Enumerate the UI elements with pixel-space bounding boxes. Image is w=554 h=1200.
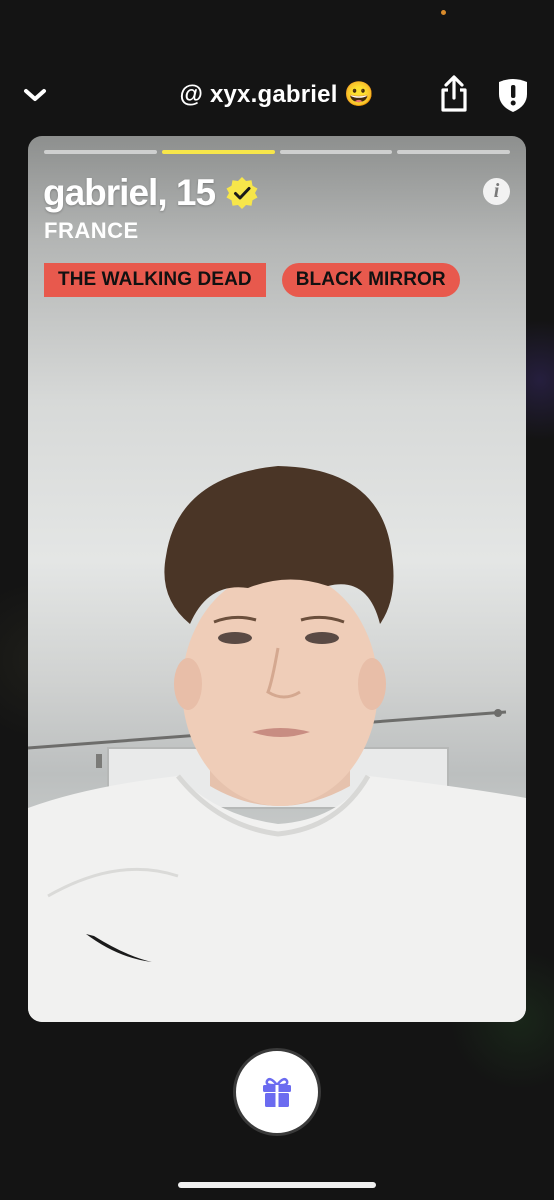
story-progress-bar — [44, 150, 510, 154]
report-button[interactable] — [495, 77, 531, 113]
progress-segment-active — [161, 150, 275, 154]
gift-icon — [263, 1077, 291, 1107]
status-indicator-dot — [441, 10, 446, 15]
gift-button[interactable] — [233, 1048, 321, 1136]
home-indicator[interactable] — [178, 1182, 376, 1188]
interest-tags: THE WALKING DEAD BLACK MIRROR — [44, 263, 460, 297]
progress-segment — [279, 150, 393, 154]
shield-exclamation-icon — [499, 79, 527, 112]
info-icon: i — [493, 180, 500, 202]
info-button[interactable]: i — [483, 178, 510, 205]
top-bar: @ xyx.gabriel 😀 — [0, 60, 554, 128]
profile-name-age: gabriel, 15 — [43, 172, 216, 213]
interest-tag[interactable]: THE WALKING DEAD — [44, 263, 266, 297]
profile-name-row: gabriel, 15 — [43, 172, 259, 214]
profile-country: FRANCE — [44, 218, 139, 243]
share-icon — [441, 75, 467, 112]
profile-story-card[interactable]: gabriel, 15 FRANCE i THE WALKING DEAD BL… — [28, 136, 526, 1022]
verified-badge-icon — [226, 177, 258, 209]
progress-segment — [397, 150, 510, 154]
interest-tag[interactable]: BLACK MIRROR — [281, 263, 460, 297]
share-button[interactable] — [437, 75, 471, 113]
progress-segment — [44, 150, 157, 154]
